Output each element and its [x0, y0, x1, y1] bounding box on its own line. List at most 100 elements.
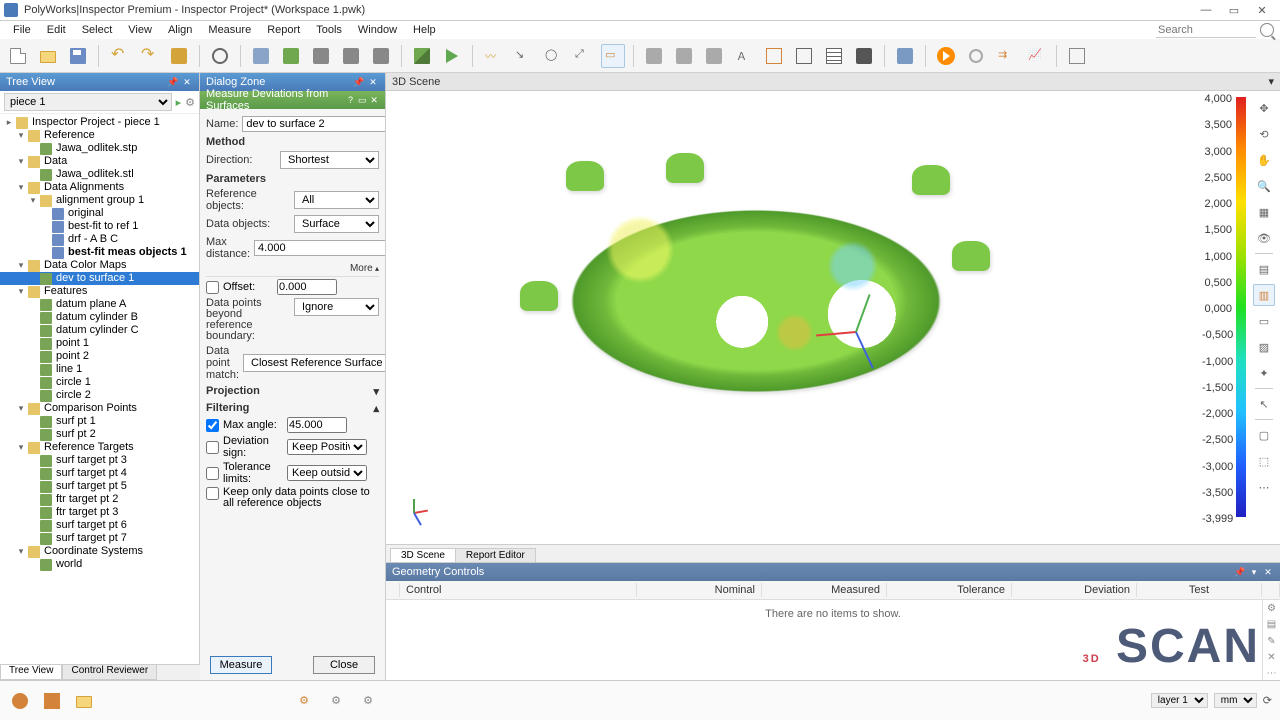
- more-toggle[interactable]: More: [206, 263, 379, 274]
- menu-edit[interactable]: Edit: [40, 23, 73, 37]
- point-match-select[interactable]: Closest Reference Surface: [243, 354, 385, 372]
- direction-select[interactable]: Shortest: [280, 151, 379, 169]
- view-colormap-icon[interactable]: ▥: [1253, 284, 1275, 306]
- view-clip-icon[interactable]: ▤: [1253, 258, 1275, 280]
- tree-item[interactable]: point 2: [0, 350, 199, 363]
- window-button[interactable]: [1065, 44, 1089, 68]
- datum-button[interactable]: [369, 44, 393, 68]
- zoom-fit-button[interactable]: ⤢: [571, 44, 595, 68]
- tree-item[interactable]: original: [0, 207, 199, 220]
- ref-import-button[interactable]: [249, 44, 273, 68]
- search-input[interactable]: [1156, 23, 1256, 38]
- view-fit-icon[interactable]: ✥: [1253, 97, 1275, 119]
- history-button[interactable]: [167, 44, 191, 68]
- pick-button[interactable]: ↘: [511, 44, 535, 68]
- tree-item[interactable]: best-fit meas objects 1: [0, 246, 199, 259]
- dialog-close-icon[interactable]: ✕: [369, 94, 379, 106]
- align-button[interactable]: [309, 44, 333, 68]
- unit-select[interactable]: mm: [1214, 693, 1257, 708]
- data-import-button[interactable]: [279, 44, 303, 68]
- max-distance-input[interactable]: [254, 240, 385, 256]
- tab-tree-view[interactable]: Tree View: [0, 665, 62, 680]
- tree-item[interactable]: datum cylinder C: [0, 324, 199, 337]
- record-button[interactable]: [964, 44, 988, 68]
- settings-button[interactable]: [208, 44, 232, 68]
- tool-c-button[interactable]: [702, 44, 726, 68]
- dialog-pin-icon[interactable]: 📌: [353, 76, 365, 88]
- tree-item[interactable]: circle 1: [0, 376, 199, 389]
- tree-item[interactable]: ftr target pt 3: [0, 506, 199, 519]
- tree-item[interactable]: ▾Coordinate Systems: [0, 545, 199, 558]
- tree-item[interactable]: Jawa_odlitek.stl: [0, 168, 199, 181]
- view-cross-icon[interactable]: ▨: [1253, 336, 1275, 358]
- data-objects-select[interactable]: Surface: [294, 215, 379, 233]
- tool-a-button[interactable]: [642, 44, 666, 68]
- view-cursor-icon[interactable]: ↖: [1253, 393, 1275, 415]
- undo-button[interactable]: [107, 44, 131, 68]
- maximize-button[interactable]: ▭: [1220, 0, 1248, 20]
- tree-item[interactable]: world: [0, 558, 199, 571]
- tree-item[interactable]: ▸Inspector Project - piece 1: [0, 116, 199, 129]
- geo-del-icon[interactable]: ✕: [1265, 651, 1279, 663]
- max-angle-input[interactable]: [287, 417, 347, 433]
- tree-item[interactable]: drf - A B C: [0, 233, 199, 246]
- run-button[interactable]: [934, 44, 958, 68]
- refresh-icon[interactable]: ⟳: [1263, 694, 1272, 707]
- menu-help[interactable]: Help: [406, 23, 443, 37]
- tree-item[interactable]: circle 2: [0, 389, 199, 402]
- cube-button[interactable]: [410, 44, 434, 68]
- menu-file[interactable]: File: [6, 23, 38, 37]
- menu-measure[interactable]: Measure: [201, 23, 258, 37]
- open-button[interactable]: [36, 44, 60, 68]
- tree-item[interactable]: ▾Data Alignments: [0, 181, 199, 194]
- tree-item[interactable]: surf pt 1: [0, 415, 199, 428]
- menu-align[interactable]: Align: [161, 23, 199, 37]
- tree-item[interactable]: point 1: [0, 337, 199, 350]
- close-button[interactable]: ✕: [1248, 0, 1276, 20]
- search-icon[interactable]: [1260, 23, 1274, 37]
- new-button[interactable]: [6, 44, 30, 68]
- tree-item[interactable]: surf target pt 7: [0, 532, 199, 545]
- tree-pin-icon[interactable]: 📌: [167, 76, 179, 88]
- tree-item[interactable]: Jawa_odlitek.stp: [0, 142, 199, 155]
- gdnt-button[interactable]: ▭: [601, 44, 625, 68]
- view-label-icon[interactable]: ▭: [1253, 310, 1275, 332]
- probe-button[interactable]: [339, 44, 363, 68]
- dev-sign-checkbox[interactable]: [206, 441, 219, 454]
- geo-edit-icon[interactable]: ✎: [1265, 635, 1279, 647]
- tree-item[interactable]: ▾Features: [0, 285, 199, 298]
- tree-item[interactable]: surf target pt 3: [0, 454, 199, 467]
- menu-view[interactable]: View: [121, 23, 159, 37]
- tree-item[interactable]: datum cylinder B: [0, 311, 199, 324]
- gear-b-icon[interactable]: ⚙: [324, 689, 348, 713]
- caliper-button[interactable]: Ａ: [732, 44, 756, 68]
- geo-menu-icon[interactable]: ▾: [1248, 566, 1260, 578]
- tree-close-icon[interactable]: ✕: [181, 76, 193, 88]
- tree-item[interactable]: ▾Reference Targets: [0, 441, 199, 454]
- snapshot-button[interactable]: [792, 44, 816, 68]
- play-button[interactable]: [440, 44, 464, 68]
- curve-button[interactable]: 〰: [481, 44, 505, 68]
- tree-body[interactable]: ▸Inspector Project - piece 1▾ReferenceJa…: [0, 114, 199, 680]
- redo-button[interactable]: [137, 44, 161, 68]
- view-rotate-icon[interactable]: ⟲: [1253, 123, 1275, 145]
- piece-play-icon[interactable]: ▸: [176, 96, 182, 109]
- tree-item[interactable]: surf target pt 4: [0, 467, 199, 480]
- gear-a-icon[interactable]: ⚙: [292, 689, 316, 713]
- view-ortho-icon[interactable]: ▦: [1253, 201, 1275, 223]
- geo-close-icon[interactable]: ✕: [1262, 566, 1274, 578]
- tree-item[interactable]: ▾Data: [0, 155, 199, 168]
- report-button[interactable]: [762, 44, 786, 68]
- tab-3d-scene[interactable]: 3D Scene: [390, 548, 456, 562]
- cloud-button[interactable]: [893, 44, 917, 68]
- tree-item[interactable]: datum plane A: [0, 298, 199, 311]
- tree-item[interactable]: surf target pt 6: [0, 519, 199, 532]
- layer-select[interactable]: layer 1: [1151, 693, 1208, 708]
- table-button[interactable]: [822, 44, 846, 68]
- ref-objects-select[interactable]: All: [294, 191, 379, 209]
- sequence-button[interactable]: ⇉: [994, 44, 1018, 68]
- menu-select[interactable]: Select: [75, 23, 120, 37]
- max-angle-checkbox[interactable]: [206, 419, 219, 432]
- lasso-button[interactable]: ◯: [541, 44, 565, 68]
- scene-menu-icon[interactable]: ▾: [1268, 75, 1274, 88]
